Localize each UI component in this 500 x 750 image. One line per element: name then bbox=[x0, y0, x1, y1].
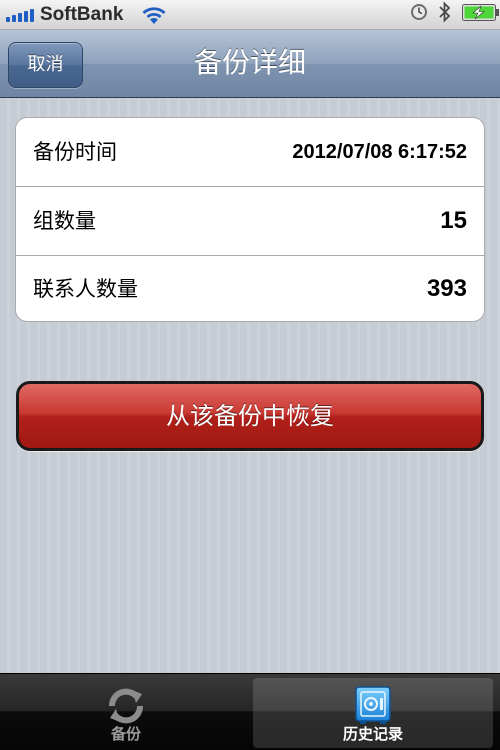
tab-label: 历史记录 bbox=[342, 725, 403, 743]
tab-label: 备份 bbox=[110, 725, 141, 743]
tab-bar: 备份 历史记录 bbox=[0, 673, 500, 750]
tab-history[interactable]: 历史记录 bbox=[253, 678, 493, 748]
detail-value: 15 bbox=[440, 207, 467, 234]
detail-row-backup-time: 备份时间 2012/07/08 6:17:52 bbox=[16, 118, 484, 186]
detail-value: 2012/07/08 6:17:52 bbox=[292, 141, 467, 163]
detail-value: 393 bbox=[426, 275, 467, 302]
bluetooth-icon bbox=[439, 1, 451, 23]
detail-row-group-count: 组数量 15 bbox=[16, 187, 484, 255]
cancel-button[interactable]: 取消 bbox=[8, 42, 83, 88]
detail-label: 联系人数量 bbox=[33, 277, 138, 301]
detail-row-contact-count: 联系人数量 393 bbox=[16, 255, 484, 321]
navigation-bar: 取消 备份详细 bbox=[0, 30, 500, 98]
wifi-icon bbox=[142, 7, 166, 24]
sync-arrows-icon bbox=[109, 688, 143, 724]
restore-from-backup-button[interactable]: 从该备份中恢复 bbox=[16, 381, 484, 451]
status-bar: SoftBank bbox=[0, 0, 500, 30]
tab-backup[interactable]: 备份 bbox=[6, 678, 246, 748]
carrier-name: SoftBank bbox=[40, 4, 124, 25]
battery-charging-icon bbox=[462, 4, 499, 21]
detail-label: 组数量 bbox=[33, 209, 96, 233]
alarm-clock-icon bbox=[411, 4, 427, 20]
page-title: 备份详细 bbox=[193, 46, 306, 79]
detail-label: 备份时间 bbox=[33, 140, 117, 164]
backup-details-group: 备份时间 2012/07/08 6:17:52 组数量 15 联系人数量 393 bbox=[15, 117, 485, 322]
content-area: 备份时间 2012/07/08 6:17:52 组数量 15 联系人数量 393… bbox=[0, 99, 500, 673]
vault-icon bbox=[355, 686, 391, 724]
